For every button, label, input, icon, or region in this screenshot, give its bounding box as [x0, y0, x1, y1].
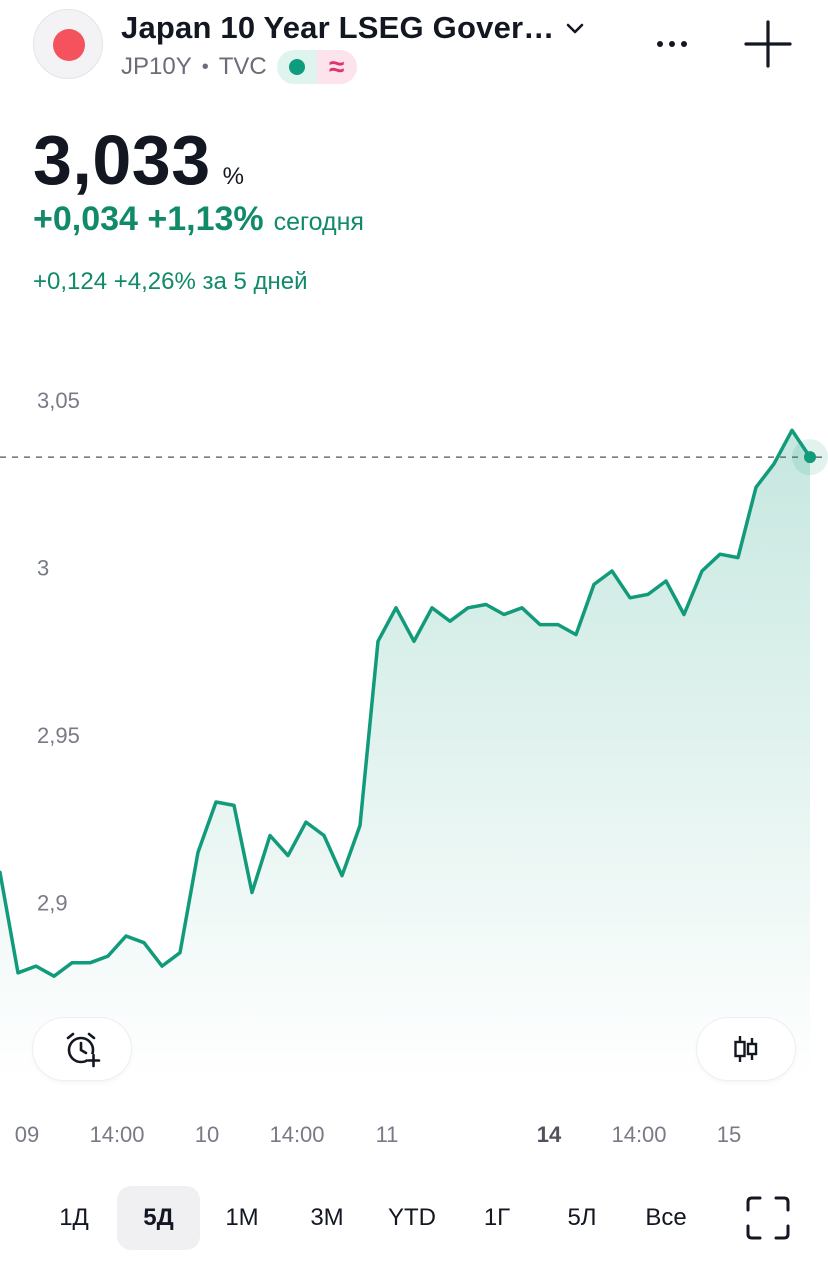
range-1d[interactable]: 1Д — [42, 1186, 106, 1250]
delayed-data-icon: ≈ — [316, 50, 357, 84]
range-5d[interactable]: 5Д — [117, 1186, 200, 1250]
fullscreen-icon[interactable] — [745, 1195, 791, 1241]
price-value: 3,033 — [33, 121, 211, 199]
japan-flag-icon — [33, 9, 103, 79]
range-ytd[interactable]: YTD — [378, 1186, 446, 1250]
x-tick-label: 14 — [537, 1122, 562, 1147]
y-tick-label: 3,05 — [37, 388, 80, 413]
price-unit: % — [222, 163, 245, 190]
change-5-days: +0,124 +4,26% за 5 дней — [33, 268, 308, 295]
exchange: TVC — [218, 53, 267, 80]
range-all[interactable]: Все — [630, 1186, 702, 1250]
price-area — [0, 430, 810, 1080]
symbol-header: Japan 10 Year LSEG Gover… JP10Y • TVC ≈ — [0, 0, 828, 100]
symbol-title: Japan 10 Year LSEG Gover… — [121, 10, 555, 45]
candlestick-icon — [734, 1036, 758, 1062]
x-tick-label: 14:00 — [269, 1122, 324, 1147]
change-today: +0,034 +1,13% сегодня — [33, 200, 364, 239]
last-price-point — [804, 451, 816, 464]
range-selector: 1Д 5Д 1М 3М YTD 1Г 5Л Все — [0, 1186, 828, 1250]
x-tick-label: 14:00 — [89, 1122, 144, 1147]
x-tick-label: 14:00 — [611, 1122, 666, 1147]
add-alert-button[interactable] — [33, 1018, 131, 1080]
x-tick-label: 15 — [717, 1122, 741, 1147]
symbol-meta: JP10Y • TVC ≈ — [121, 50, 357, 84]
x-axis: 09 14:00 10 14:00 11 14 14:00 15 — [15, 1122, 741, 1147]
y-tick-label: 3 — [37, 556, 49, 581]
change-today-label: сегодня — [273, 208, 364, 236]
range-1m[interactable]: 1М — [210, 1186, 274, 1250]
y-axis: 3,05 3 2,95 2,9 — [37, 388, 80, 915]
y-tick-label: 2,95 — [37, 723, 80, 748]
market-open-icon — [276, 50, 317, 84]
add-to-watchlist-icon[interactable] — [742, 18, 794, 70]
chevron-down-icon — [567, 23, 584, 34]
more-options-icon[interactable] — [650, 22, 694, 66]
x-tick-label: 10 — [195, 1122, 219, 1147]
separator-dot: • — [201, 55, 209, 78]
last-price: 3,033 % — [33, 120, 244, 200]
ticker: JP10Y — [121, 53, 192, 80]
change-today-value: +0,034 +1,13% — [33, 200, 264, 238]
status-badges[interactable]: ≈ — [276, 50, 357, 84]
range-3m[interactable]: 3М — [295, 1186, 359, 1250]
x-tick-label: 09 — [15, 1122, 39, 1147]
symbol-title-button[interactable]: Japan 10 Year LSEG Gover… — [121, 8, 586, 48]
chart-style-button[interactable] — [697, 1018, 795, 1080]
x-tick-label: 11 — [376, 1122, 399, 1147]
range-5y[interactable]: 5Л — [550, 1186, 614, 1250]
alarm-plus-icon — [66, 1032, 101, 1068]
range-1y[interactable]: 1Г — [465, 1186, 529, 1250]
y-tick-label: 2,9 — [37, 891, 68, 916]
